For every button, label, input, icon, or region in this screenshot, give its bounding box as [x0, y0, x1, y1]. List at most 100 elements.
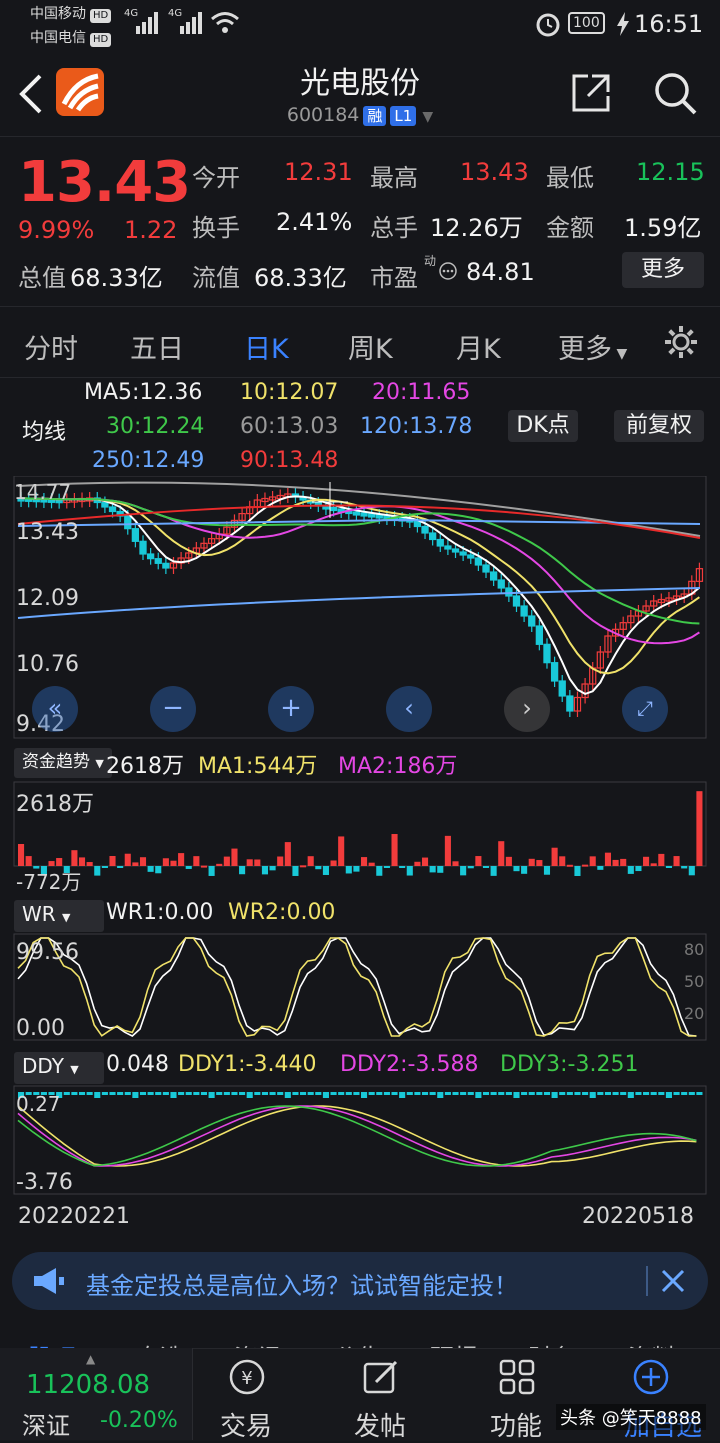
tab-weekly-k[interactable]: 周K	[348, 327, 393, 366]
wr-axis-bottom: 0.00	[16, 1016, 65, 1041]
ddy-bar	[444, 1092, 451, 1095]
ddy-value: 0.048	[106, 1052, 169, 1077]
info-tab-report[interactable]: 研报	[430, 1338, 478, 1348]
flow-bar	[284, 842, 291, 866]
ma-label[interactable]: 均线	[22, 414, 66, 446]
tab-five-day[interactable]: 五日	[130, 327, 184, 366]
ddy-bar	[330, 1092, 337, 1095]
ddy-indicator-header: DDY ▼	[14, 1052, 104, 1084]
dk-point-button[interactable]: DK点	[508, 410, 578, 442]
price-axis-overlay: 14.77	[14, 480, 72, 504]
ddy-bar	[604, 1092, 612, 1095]
megaphone-icon	[34, 1268, 64, 1294]
ddy-bar	[627, 1092, 634, 1098]
candle-body	[459, 551, 467, 556]
candle-body	[124, 515, 132, 530]
zoom-out-button[interactable]: −	[150, 686, 196, 732]
close-icon[interactable]	[660, 1268, 686, 1294]
wr-tick-50: 50	[684, 972, 705, 991]
more-quote-button[interactable]: 更多	[622, 252, 704, 288]
flow-bar	[406, 866, 413, 876]
tab-daily-k[interactable]: 日K	[244, 327, 289, 366]
ddy-bar	[78, 1092, 86, 1095]
flow-bar	[513, 866, 520, 872]
caret-down-icon: ▼	[95, 757, 104, 770]
flow-bar	[155, 866, 162, 874]
kline-chart-area[interactable]	[0, 476, 720, 1236]
ddy-axis-bottom: -3.76	[16, 1170, 73, 1195]
nav-trade[interactable]: 交易	[220, 1406, 272, 1443]
flow-bar	[566, 864, 573, 867]
index-name: 深证	[22, 1412, 70, 1440]
ddy-bar	[147, 1092, 154, 1095]
info-icon[interactable]	[438, 261, 458, 281]
ddy-bar	[178, 1092, 185, 1095]
forward-adjust-button[interactable]: 前复权	[614, 410, 704, 442]
pe-superscript: 动	[424, 254, 437, 268]
info-tab-guba[interactable]: 股吧	[28, 1338, 76, 1348]
ma5-value: MA5:12.36	[84, 380, 203, 405]
post-icon	[363, 1360, 398, 1394]
candle-body	[139, 540, 147, 555]
scroll-right-button[interactable]: ›	[504, 686, 550, 732]
last-price: 13.43	[18, 150, 191, 215]
ddy-bar	[650, 1092, 657, 1095]
ddy-bar	[139, 1092, 147, 1095]
ddy-bar	[421, 1092, 429, 1095]
stock-code: 600184	[286, 104, 360, 126]
float-value: 68.33亿	[254, 264, 347, 292]
candle-body	[329, 506, 338, 512]
ddy-bar	[63, 1092, 70, 1095]
info-tab-notice[interactable]: 公告	[334, 1338, 382, 1348]
ddy-bar	[498, 1092, 505, 1095]
info-tab-watch[interactable]: 自选	[136, 1338, 184, 1348]
start-date: 20220221	[18, 1204, 130, 1229]
settings-icon[interactable]	[662, 323, 700, 361]
candle-body	[154, 558, 162, 564]
index-value: 11208.08	[26, 1370, 151, 1400]
nav-functions[interactable]: 功能	[490, 1406, 542, 1443]
share-icon[interactable]	[570, 72, 612, 114]
nav-post[interactable]: 发帖	[354, 1406, 406, 1443]
candle-body	[162, 562, 170, 569]
flow-bar	[460, 866, 467, 876]
candle-body	[101, 501, 109, 508]
wr-indicator-select[interactable]: WR ▼	[14, 900, 104, 932]
info-tab-profile[interactable]: 资料	[628, 1338, 676, 1348]
banner-text: 基金定投总是高位入场？试试智能定投！	[86, 1272, 518, 1300]
ddy-bar	[86, 1092, 93, 1095]
pe-label: 市盈	[370, 264, 418, 292]
flow-bar	[185, 866, 192, 869]
search-icon[interactable]	[652, 70, 698, 116]
flow-indicator-select[interactable]: 资金趋势 ▼	[14, 748, 112, 778]
flow-bar	[528, 858, 535, 866]
ddy-bar	[475, 1092, 482, 1098]
ddy-bar	[261, 1092, 269, 1095]
zoom-in-button[interactable]: +	[268, 686, 314, 732]
ddy-bar	[155, 1092, 162, 1095]
flow-bar	[117, 866, 124, 868]
candle-body	[451, 548, 460, 553]
trade-icon: ¥	[229, 1359, 265, 1395]
info-tab-finance[interactable]: 财务	[528, 1338, 576, 1348]
ddy-bar	[452, 1092, 459, 1095]
fullscreen-button[interactable]: ⤢	[622, 686, 668, 732]
tab-monthly-k[interactable]: 月K	[456, 327, 501, 366]
info-tab-news[interactable]: 资讯	[234, 1338, 282, 1348]
candle-body	[474, 557, 483, 566]
ddy-indicator-select[interactable]: DDY ▼	[14, 1052, 104, 1084]
ddy-bar	[490, 1092, 497, 1095]
ddy-bar	[559, 1092, 566, 1095]
tab-intraday[interactable]: 分时	[24, 327, 78, 366]
flow-indicator-header: 资金趋势 ▼	[14, 748, 112, 778]
ddy-bar	[208, 1092, 215, 1098]
tab-more[interactable]: 更多 ▼	[558, 327, 627, 366]
mktcap-label: 总值	[18, 264, 66, 292]
flow-bar	[25, 856, 32, 866]
scroll-left-button[interactable]: ‹	[386, 686, 432, 732]
rewind-button[interactable]: «	[32, 686, 78, 732]
stock-code-row[interactable]: 600184 融 L1 ▼	[0, 104, 720, 126]
flow-bar	[604, 852, 612, 866]
ma30-line	[20, 497, 700, 625]
flow-bar	[658, 853, 665, 866]
